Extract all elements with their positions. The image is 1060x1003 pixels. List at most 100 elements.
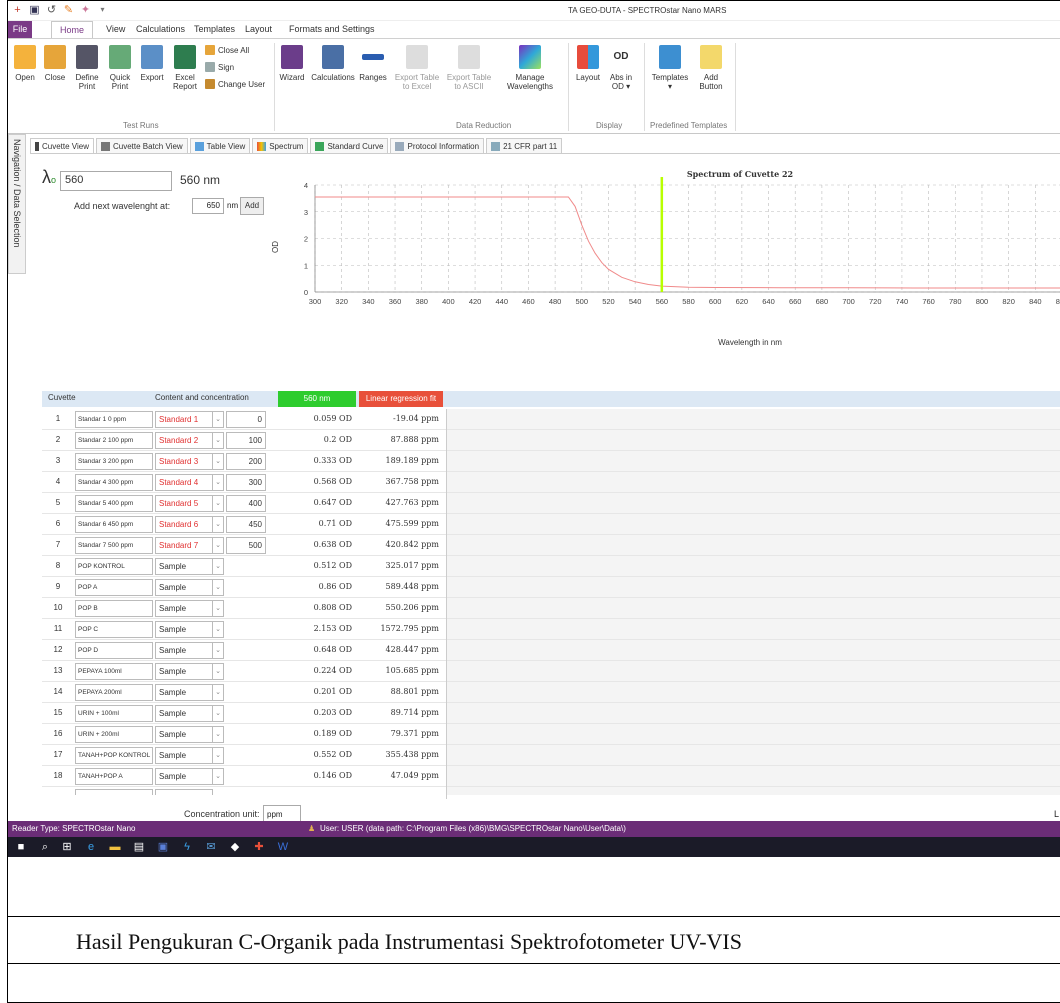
cuvette-name-field[interactable]: TANAH+POP KONTROL: [75, 747, 153, 764]
chevron-down-icon[interactable]: ⌄: [213, 705, 224, 722]
tab-standard-curve[interactable]: Standard Curve: [310, 138, 389, 153]
menu-layout[interactable]: Layout: [245, 24, 272, 34]
table-row[interactable]: 14 PEPAYA 200ml Sample ⌄ 0.201 OD 88.801 ppm: [42, 682, 1060, 703]
task-view-icon[interactable]: ⊞: [60, 840, 74, 854]
add-wavelength-button[interactable]: Add: [240, 197, 264, 215]
define-print-button[interactable]: Define Print: [72, 45, 102, 91]
concentration-field[interactable]: 100: [226, 432, 266, 449]
wizard-button[interactable]: Wizard: [278, 45, 306, 82]
content-type-select[interactable]: Sample: [155, 705, 213, 722]
menu-formats[interactable]: Formats and Settings: [289, 24, 375, 34]
table-row[interactable]: 6 Standar 6 450 ppm Standard 6 ⌄ 450 0.71 OD 4…: [42, 514, 1060, 535]
calculations-button[interactable]: Calculations: [311, 45, 355, 82]
menu-templates[interactable]: Templates: [194, 24, 235, 34]
table-row[interactable]: 2 Standar 2 100 ppm Standard 2 ⌄ 100 0.2 OD 87…: [42, 430, 1060, 451]
chevron-down-icon[interactable]: ⌄: [213, 768, 224, 785]
search-icon[interactable]: ⌕: [38, 840, 52, 854]
table-row[interactable]: 18 TANAH+POP A Sample ⌄ 0.146 OD 47.049 ppm: [42, 766, 1060, 787]
menu-file[interactable]: File: [8, 21, 32, 38]
table-row[interactable]: 5 Standar 5 400 ppm Standard 5 ⌄ 400 0.647 OD…: [42, 493, 1060, 514]
content-type-select[interactable]: Sample: [155, 768, 213, 785]
content-type-select[interactable]: Standard 1: [155, 411, 213, 428]
cuvette-name-field[interactable]: PEPAYA 200ml: [75, 684, 153, 701]
export-table-ascii-button[interactable]: Export Table to ASCII: [445, 45, 493, 91]
content-type-select[interactable]: Sample: [155, 558, 213, 575]
table-row[interactable]: 16 URIN + 200ml Sample ⌄ 0.189 OD 79.371 ppm: [42, 724, 1060, 745]
tab-21-cfr[interactable]: 21 CFR part 11: [486, 138, 563, 153]
mail-icon[interactable]: ✉: [204, 840, 218, 854]
chevron-down-icon[interactable]: ⌄: [213, 495, 224, 512]
concentration-field[interactable]: 300: [226, 474, 266, 491]
app2-icon[interactable]: ◆: [228, 840, 242, 854]
cuvette-name-field[interactable]: Standar 6 450 ppm: [75, 516, 153, 533]
cuvette-name-field[interactable]: POP D: [75, 642, 153, 659]
content-type-select[interactable]: Sample: [155, 621, 213, 638]
sign-button[interactable]: Sign: [205, 62, 234, 72]
tab-protocol-information[interactable]: Protocol Information: [390, 138, 485, 153]
close-all-button[interactable]: Close All: [205, 45, 249, 55]
content-type-select[interactable]: Standard 2: [155, 432, 213, 449]
table-row[interactable]: 1 Standar 1 0 ppm Standard 1 ⌄ 0 0.059 OD -19.…: [42, 409, 1060, 430]
cuvette-name-field[interactable]: Standar 1 0 ppm: [75, 411, 153, 428]
add-button-button[interactable]: Add Button: [696, 45, 726, 91]
concentration-field[interactable]: 0: [226, 411, 266, 428]
chevron-down-icon[interactable]: ⌄: [213, 600, 224, 617]
cuvette-name-field[interactable]: Standar 7 500 ppm: [75, 537, 153, 554]
pen-icon[interactable]: ✎: [63, 4, 74, 16]
table-row[interactable]: 4 Standar 4 300 ppm Standard 4 ⌄ 300 0.568 OD…: [42, 472, 1060, 493]
concentration-field[interactable]: 500: [226, 537, 266, 554]
table-row[interactable]: 8 POP KONTROL Sample ⌄ 0.512 OD 325.017 ppm: [42, 556, 1060, 577]
cuvette-name-field[interactable]: Standar 2 100 ppm: [75, 432, 153, 449]
tab-cuvette-batch-view[interactable]: Cuvette Batch View: [96, 138, 188, 153]
cuvette-name-field[interactable]: URIN + 100ml: [75, 705, 153, 722]
content-type-select[interactable]: Sample: [155, 642, 213, 659]
cuvette-name-field[interactable]: TANAH+POP A: [75, 768, 153, 785]
content-type-select[interactable]: Sample: [155, 579, 213, 596]
tab-cuvette-view[interactable]: Cuvette View: [30, 138, 94, 153]
explorer-icon[interactable]: ▬: [108, 840, 122, 854]
content-type-select[interactable]: Sample: [155, 600, 213, 617]
close-button[interactable]: Close: [42, 45, 68, 82]
cuvette-name-field[interactable]: Standar 3 200 ppm: [75, 453, 153, 470]
cuvette-name-field[interactable]: POP B: [75, 600, 153, 617]
chevron-down-icon[interactable]: ⌄: [213, 726, 224, 743]
chevron-down-icon[interactable]: ⌄: [213, 432, 224, 449]
undo-icon[interactable]: ↺: [46, 4, 57, 16]
word-icon[interactable]: W: [276, 840, 290, 854]
cuvette-name-field[interactable]: PEPAYA 100ml: [75, 663, 153, 680]
cuvette-name-field[interactable]: POP A: [75, 579, 153, 596]
chevron-down-icon[interactable]: ⌄: [213, 747, 224, 764]
chevron-down-icon[interactable]: ⌄: [213, 537, 224, 554]
chevron-down-icon[interactable]: ⌄: [213, 621, 224, 638]
chevron-down-icon[interactable]: ⌄: [213, 558, 224, 575]
content-type-select[interactable]: Sample: [155, 684, 213, 701]
concentration-field[interactable]: 450: [226, 516, 266, 533]
edge-icon[interactable]: e: [84, 840, 98, 854]
layout-button[interactable]: Layout: [574, 45, 602, 82]
chevron-down-icon[interactable]: ⌄: [213, 411, 224, 428]
chevron-down-icon[interactable]: ⌄: [213, 642, 224, 659]
ranges-button[interactable]: Ranges: [358, 45, 388, 82]
table-row[interactable]: 3 Standar 3 200 ppm Standard 3 ⌄ 200 0.333 OD…: [42, 451, 1060, 472]
app-icon[interactable]: ▣: [156, 840, 170, 854]
tab-spectrum[interactable]: Spectrum: [252, 138, 309, 153]
menu-calculations[interactable]: Calculations: [136, 24, 185, 34]
table-row[interactable]: 10 POP B Sample ⌄ 0.808 OD 550.206 ppm: [42, 598, 1060, 619]
content-type-select[interactable]: Sample: [155, 663, 213, 680]
header-wavelength[interactable]: 560 nm: [278, 391, 356, 407]
chevron-down-icon[interactable]: ⌄: [213, 663, 224, 680]
open-button[interactable]: Open: [12, 45, 38, 82]
concentration-field[interactable]: 200: [226, 453, 266, 470]
content-type-select[interactable]: Standard 6: [155, 516, 213, 533]
bolt-icon[interactable]: ϟ: [180, 840, 194, 854]
tab-table-view[interactable]: Table View: [189, 138, 251, 153]
abs-in-od-button[interactable]: OD Abs in OD ▾: [606, 45, 636, 91]
content-type-select[interactable]: Standard 4: [155, 474, 213, 491]
dropdown-icon[interactable]: ▾: [97, 4, 108, 16]
change-user-button[interactable]: Change User: [205, 79, 265, 89]
windows-start-icon[interactable]: ■: [14, 840, 28, 854]
table-row[interactable]: 17 TANAH+POP KONTROL Sample ⌄ 0.552 OD 355.43…: [42, 745, 1060, 766]
chevron-down-icon[interactable]: ⌄: [213, 579, 224, 596]
content-type-select[interactable]: Sample: [155, 726, 213, 743]
wavelength-input[interactable]: 560: [60, 171, 172, 191]
